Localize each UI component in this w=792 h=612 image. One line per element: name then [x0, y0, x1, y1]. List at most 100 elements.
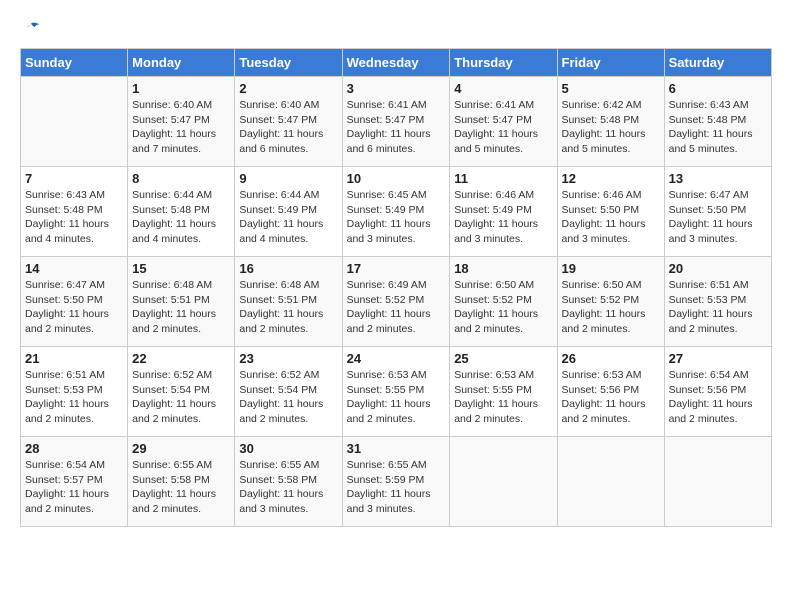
day-number: 9 — [239, 171, 337, 186]
logo-bird-icon — [22, 20, 40, 38]
day-info: Sunrise: 6:51 AMSunset: 5:53 PMDaylight:… — [25, 368, 123, 427]
day-number: 21 — [25, 351, 123, 366]
day-info: Sunrise: 6:43 AMSunset: 5:48 PMDaylight:… — [25, 188, 123, 247]
day-info: Sunrise: 6:55 AMSunset: 5:58 PMDaylight:… — [132, 458, 230, 517]
calendar-cell: 22 Sunrise: 6:52 AMSunset: 5:54 PMDayligh… — [128, 347, 235, 437]
calendar-cell: 20 Sunrise: 6:51 AMSunset: 5:53 PMDayligh… — [664, 257, 771, 347]
day-info: Sunrise: 6:51 AMSunset: 5:53 PMDaylight:… — [669, 278, 767, 337]
day-info: Sunrise: 6:53 AMSunset: 5:56 PMDaylight:… — [562, 368, 660, 427]
calendar-cell: 17 Sunrise: 6:49 AMSunset: 5:52 PMDayligh… — [342, 257, 450, 347]
calendar-cell: 16 Sunrise: 6:48 AMSunset: 5:51 PMDayligh… — [235, 257, 342, 347]
calendar-cell: 13 Sunrise: 6:47 AMSunset: 5:50 PMDayligh… — [664, 167, 771, 257]
day-number: 28 — [25, 441, 123, 456]
weekday-header-monday: Monday — [128, 49, 235, 77]
day-number: 7 — [25, 171, 123, 186]
day-number: 5 — [562, 81, 660, 96]
day-number: 15 — [132, 261, 230, 276]
calendar-cell: 9 Sunrise: 6:44 AMSunset: 5:49 PMDaylight… — [235, 167, 342, 257]
day-info: Sunrise: 6:50 AMSunset: 5:52 PMDaylight:… — [454, 278, 552, 337]
calendar-cell: 26 Sunrise: 6:53 AMSunset: 5:56 PMDayligh… — [557, 347, 664, 437]
day-number: 8 — [132, 171, 230, 186]
calendar-cell: 24 Sunrise: 6:53 AMSunset: 5:55 PMDayligh… — [342, 347, 450, 437]
day-number: 23 — [239, 351, 337, 366]
day-number: 6 — [669, 81, 767, 96]
calendar-cell: 11 Sunrise: 6:46 AMSunset: 5:49 PMDayligh… — [450, 167, 557, 257]
day-info: Sunrise: 6:44 AMSunset: 5:48 PMDaylight:… — [132, 188, 230, 247]
day-info: Sunrise: 6:52 AMSunset: 5:54 PMDaylight:… — [132, 368, 230, 427]
day-number: 16 — [239, 261, 337, 276]
day-info: Sunrise: 6:50 AMSunset: 5:52 PMDaylight:… — [562, 278, 660, 337]
day-number: 26 — [562, 351, 660, 366]
calendar-cell: 3 Sunrise: 6:41 AMSunset: 5:47 PMDaylight… — [342, 77, 450, 167]
day-info: Sunrise: 6:52 AMSunset: 5:54 PMDaylight:… — [239, 368, 337, 427]
day-info: Sunrise: 6:55 AMSunset: 5:58 PMDaylight:… — [239, 458, 337, 517]
calendar-cell: 31 Sunrise: 6:55 AMSunset: 5:59 PMDayligh… — [342, 437, 450, 527]
weekday-header-friday: Friday — [557, 49, 664, 77]
calendar-cell: 7 Sunrise: 6:43 AMSunset: 5:48 PMDaylight… — [21, 167, 128, 257]
calendar-week-row: 7 Sunrise: 6:43 AMSunset: 5:48 PMDaylight… — [21, 167, 772, 257]
day-number: 30 — [239, 441, 337, 456]
day-info: Sunrise: 6:46 AMSunset: 5:49 PMDaylight:… — [454, 188, 552, 247]
calendar-cell: 29Sunrise: 6:55 AMSunset: 5:58 PMDayligh… — [128, 437, 235, 527]
calendar-week-row: 28 Sunrise: 6:54 AMSunset: 5:57 PMDayligh… — [21, 437, 772, 527]
day-number: 4 — [454, 81, 552, 96]
calendar-cell: 10Sunrise: 6:45 AMSunset: 5:49 PMDayligh… — [342, 167, 450, 257]
day-number: 12 — [562, 171, 660, 186]
day-number: 17 — [347, 261, 446, 276]
calendar-cell: 27 Sunrise: 6:54 AMSunset: 5:56 PMDayligh… — [664, 347, 771, 437]
calendar-cell: 18 Sunrise: 6:50 AMSunset: 5:52 PMDayligh… — [450, 257, 557, 347]
day-number: 31 — [347, 441, 446, 456]
calendar-cell: 15 Sunrise: 6:48 AMSunset: 5:51 PMDayligh… — [128, 257, 235, 347]
day-info: Sunrise: 6:54 AMSunset: 5:57 PMDaylight:… — [25, 458, 123, 517]
calendar-cell: 19Sunrise: 6:50 AMSunset: 5:52 PMDayligh… — [557, 257, 664, 347]
day-number: 24 — [347, 351, 446, 366]
calendar-week-row: 1 Sunrise: 6:40 AMSunset: 5:47 PMDaylight… — [21, 77, 772, 167]
weekday-header-row: SundayMondayTuesdayWednesdayThursdayFrid… — [21, 49, 772, 77]
day-number: 11 — [454, 171, 552, 186]
day-number: 13 — [669, 171, 767, 186]
calendar-cell — [450, 437, 557, 527]
weekday-header-sunday: Sunday — [21, 49, 128, 77]
day-info: Sunrise: 6:43 AMSunset: 5:48 PMDaylight:… — [669, 98, 767, 157]
day-info: Sunrise: 6:48 AMSunset: 5:51 PMDaylight:… — [239, 278, 337, 337]
calendar-cell: 14 Sunrise: 6:47 AMSunset: 5:50 PMDayligh… — [21, 257, 128, 347]
day-info: Sunrise: 6:46 AMSunset: 5:50 PMDaylight:… — [562, 188, 660, 247]
day-number: 14 — [25, 261, 123, 276]
day-number: 2 — [239, 81, 337, 96]
day-info: Sunrise: 6:44 AMSunset: 5:49 PMDaylight:… — [239, 188, 337, 247]
day-info: Sunrise: 6:47 AMSunset: 5:50 PMDaylight:… — [25, 278, 123, 337]
calendar-cell: 23 Sunrise: 6:52 AMSunset: 5:54 PMDayligh… — [235, 347, 342, 437]
calendar-cell: 1 Sunrise: 6:40 AMSunset: 5:47 PMDaylight… — [128, 77, 235, 167]
day-info: Sunrise: 6:42 AMSunset: 5:48 PMDaylight:… — [562, 98, 660, 157]
calendar-cell: 28 Sunrise: 6:54 AMSunset: 5:57 PMDayligh… — [21, 437, 128, 527]
calendar-cell: 12 Sunrise: 6:46 AMSunset: 5:50 PMDayligh… — [557, 167, 664, 257]
calendar-cell: 8 Sunrise: 6:44 AMSunset: 5:48 PMDaylight… — [128, 167, 235, 257]
day-number: 1 — [132, 81, 230, 96]
day-number: 22 — [132, 351, 230, 366]
weekday-header-tuesday: Tuesday — [235, 49, 342, 77]
day-number: 3 — [347, 81, 446, 96]
day-info: Sunrise: 6:54 AMSunset: 5:56 PMDaylight:… — [669, 368, 767, 427]
logo — [20, 20, 40, 38]
day-info: Sunrise: 6:47 AMSunset: 5:50 PMDaylight:… — [669, 188, 767, 247]
weekday-header-saturday: Saturday — [664, 49, 771, 77]
day-info: Sunrise: 6:48 AMSunset: 5:51 PMDaylight:… — [132, 278, 230, 337]
weekday-header-thursday: Thursday — [450, 49, 557, 77]
day-info: Sunrise: 6:41 AMSunset: 5:47 PMDaylight:… — [347, 98, 446, 157]
day-number: 20 — [669, 261, 767, 276]
calendar-cell: 30 Sunrise: 6:55 AMSunset: 5:58 PMDayligh… — [235, 437, 342, 527]
calendar-cell: 2 Sunrise: 6:40 AMSunset: 5:47 PMDaylight… — [235, 77, 342, 167]
day-number: 18 — [454, 261, 552, 276]
day-info: Sunrise: 6:40 AMSunset: 5:47 PMDaylight:… — [239, 98, 337, 157]
day-info: Sunrise: 6:55 AMSunset: 5:59 PMDaylight:… — [347, 458, 446, 517]
calendar-cell: 4Sunrise: 6:41 AMSunset: 5:47 PMDaylight… — [450, 77, 557, 167]
day-info: Sunrise: 6:40 AMSunset: 5:47 PMDaylight:… — [132, 98, 230, 157]
day-info: Sunrise: 6:53 AMSunset: 5:55 PMDaylight:… — [347, 368, 446, 427]
calendar-cell — [557, 437, 664, 527]
day-number: 25 — [454, 351, 552, 366]
day-info: Sunrise: 6:49 AMSunset: 5:52 PMDaylight:… — [347, 278, 446, 337]
day-number: 27 — [669, 351, 767, 366]
day-info: Sunrise: 6:53 AMSunset: 5:55 PMDaylight:… — [454, 368, 552, 427]
calendar-table: SundayMondayTuesdayWednesdayThursdayFrid… — [20, 48, 772, 527]
weekday-header-wednesday: Wednesday — [342, 49, 450, 77]
